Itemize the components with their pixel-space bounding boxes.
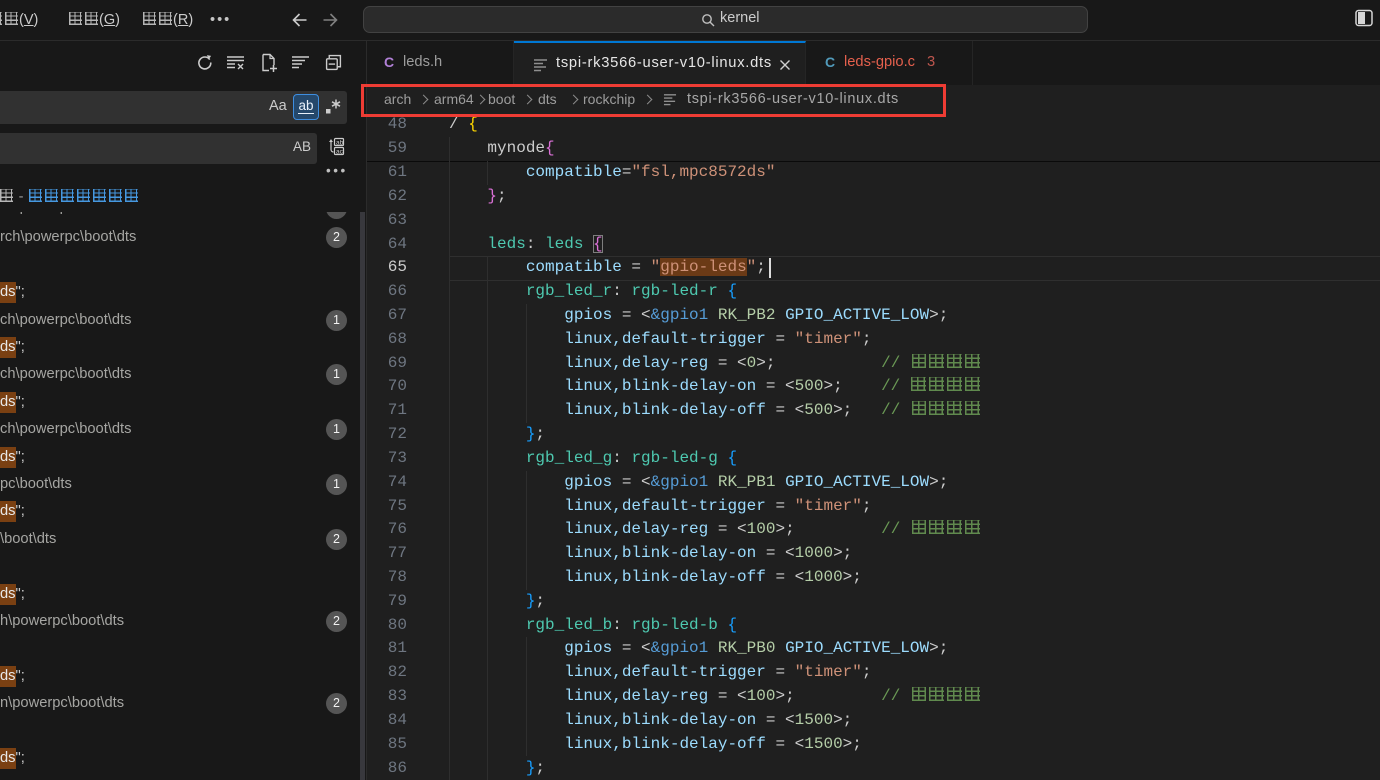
svg-text:ac: ac xyxy=(336,149,344,156)
svg-text:ab: ab xyxy=(336,140,344,147)
